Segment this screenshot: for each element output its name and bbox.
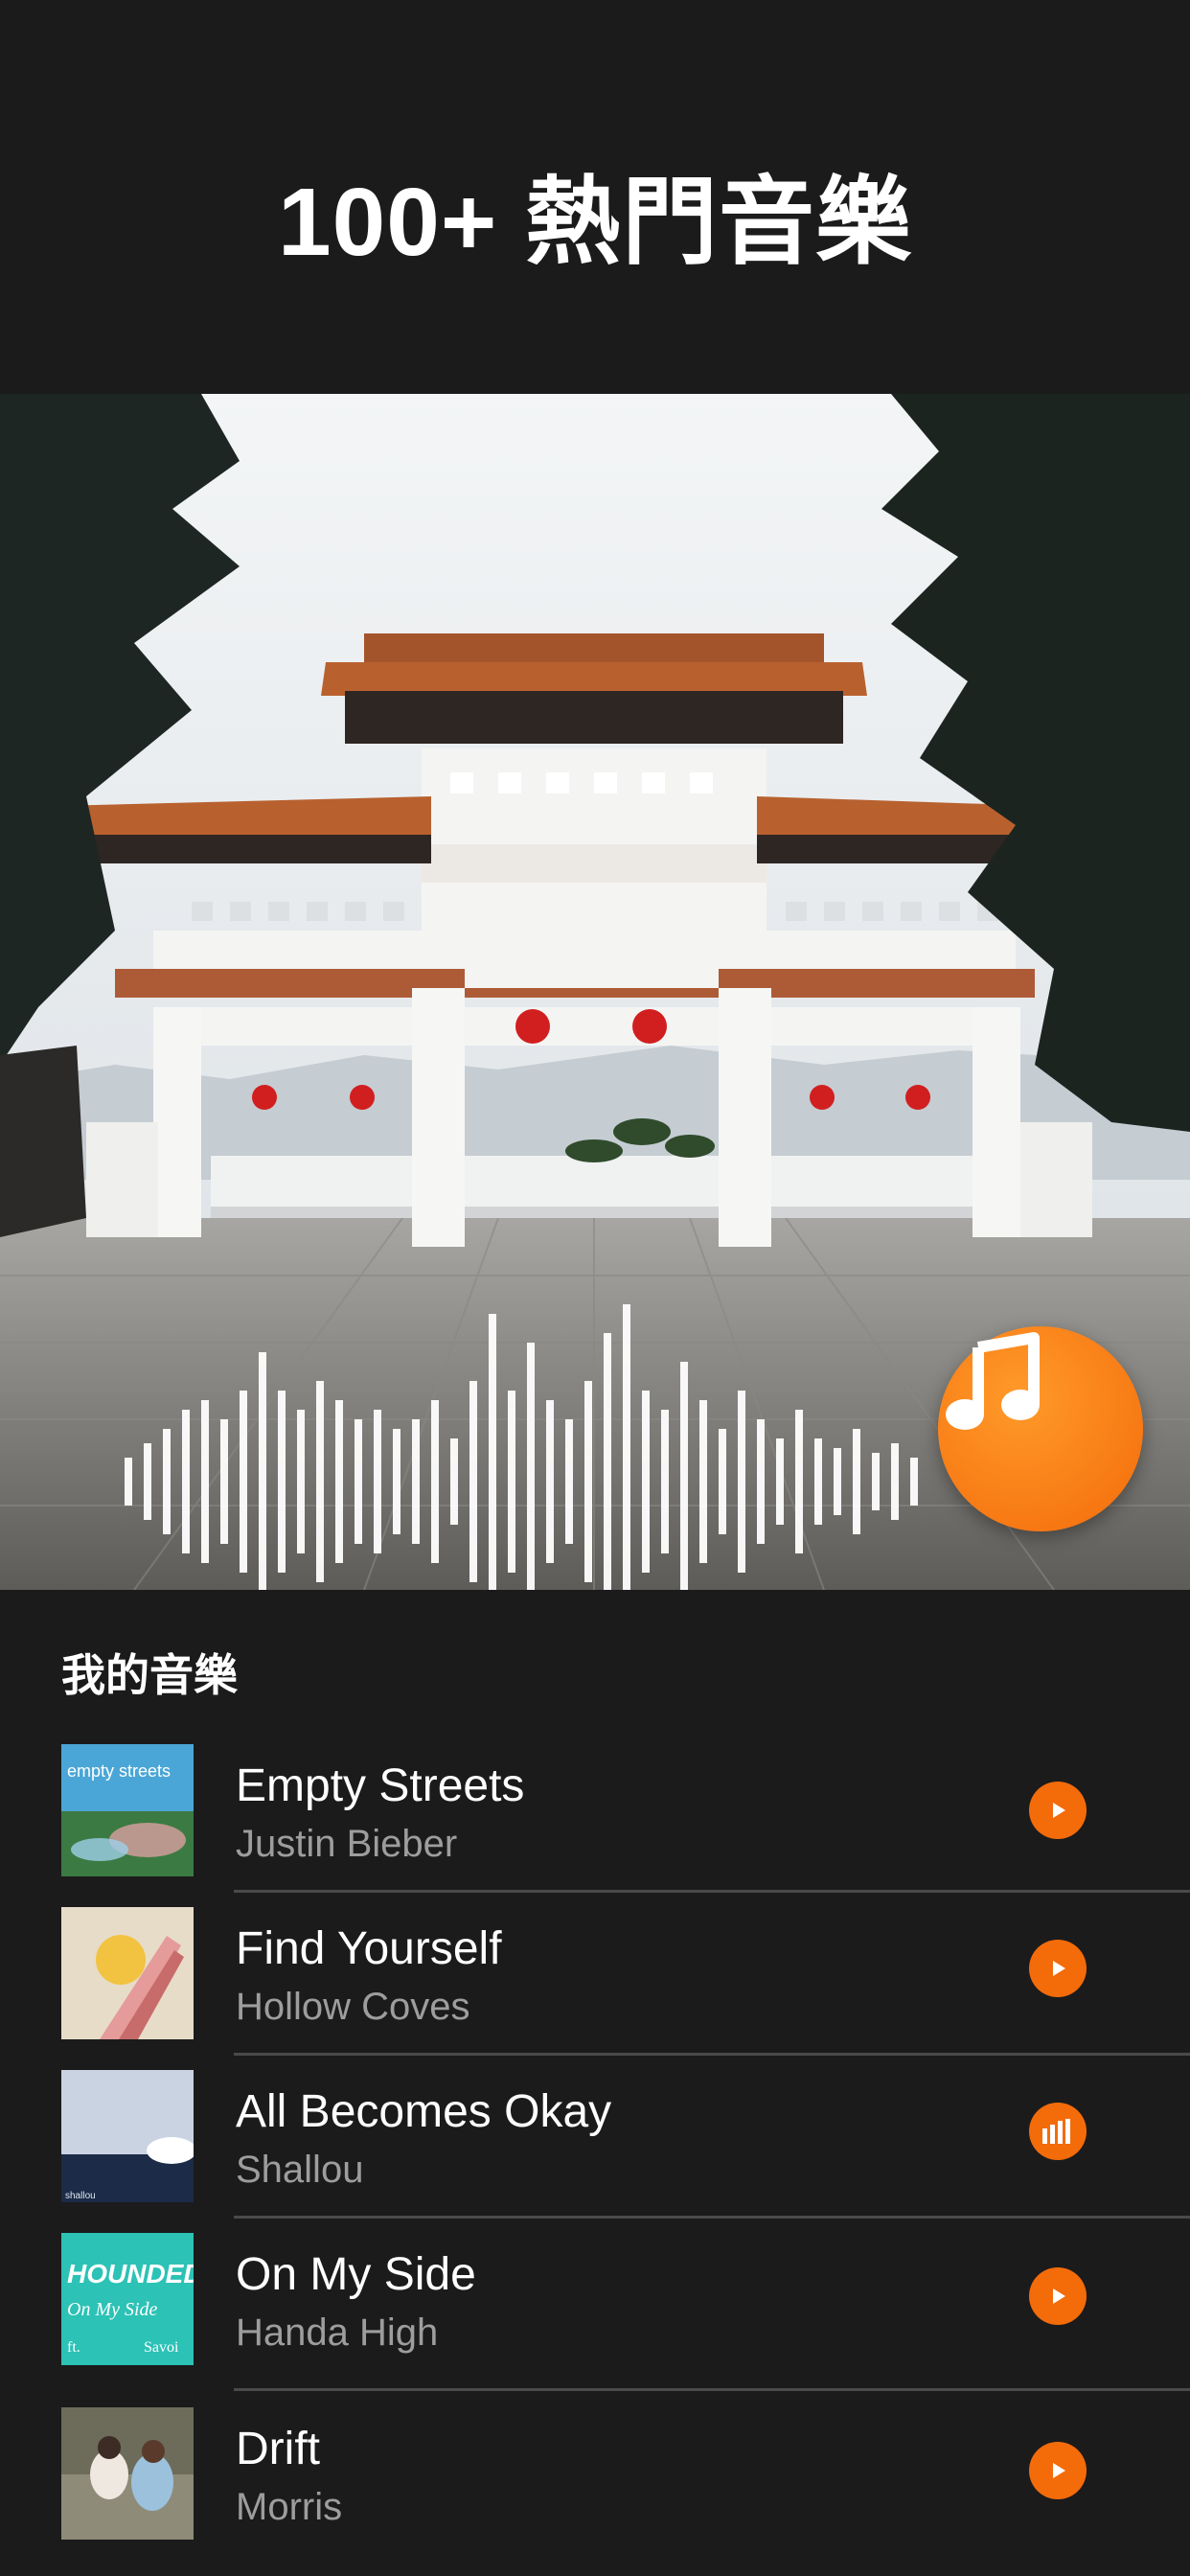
album-cover [61,2407,194,2540]
track-artist: Justin Bieber [236,1823,458,1865]
cover-text: Savoi [144,2339,179,2356]
play-icon [1053,1803,1065,1818]
track-artist: Handa High [236,2312,439,2354]
play-button[interactable] [1029,2442,1087,2499]
play-button[interactable] [1029,2267,1087,2325]
divider [234,1890,1190,1893]
track-artist: Shallou [236,2149,364,2191]
play-icon [1053,2463,1065,2478]
play-icon [1053,1961,1065,1976]
hero-photo [0,394,1190,1590]
track-row[interactable]: shallou All Becomes Okay Shallou [0,2070,1190,2233]
album-cover: HOUNDED On My Side ft. Savoi [61,2233,194,2365]
divider [234,2388,1190,2391]
track-title: On My Side [236,2249,476,2300]
play-button[interactable] [1029,1782,1087,1839]
music-note-icon [946,1332,1040,1430]
cover-text: HOUNDED [67,2259,194,2288]
track-row[interactable]: Drift Morris [0,2407,1190,2570]
cover-text: shallou [65,2191,96,2201]
track-artist: Morris [236,2486,343,2528]
play-button[interactable] [1029,1940,1087,1997]
cover-text: ft. [67,2339,80,2356]
music-fab-button[interactable] [938,1326,1143,1531]
track-row[interactable]: HOUNDED On My Side ft. Savoi On My Side … [0,2233,1190,2396]
track-title: All Becomes Okay [236,2086,612,2137]
divider [234,2216,1190,2219]
my-music-title: 我的音樂 [61,1650,238,1700]
play-icon [1053,2288,1065,2304]
track-title: Drift [236,2424,320,2474]
track-title: Find Yourself [236,1923,502,1974]
album-cover [61,1907,194,2039]
track-row[interactable]: empty streets Empty Streets Justin Biebe… [0,1744,1190,1907]
cover-text: empty streets [67,1761,171,1781]
album-cover: empty streets [61,1744,194,1876]
page-headline: 100+ 熱門音樂 [277,169,913,276]
track-artist: Hollow Coves [236,1986,470,2028]
cover-text: On My Side [67,2299,158,2320]
album-cover: shallou [61,2070,194,2202]
now-playing-indicator[interactable] [1029,2103,1087,2160]
track-title: Empty Streets [236,1760,525,1811]
track-row[interactable]: Find Yourself Hollow Coves [0,1907,1190,2070]
equalizer-bars-icon [1042,2119,1070,2144]
divider [234,2053,1190,2056]
